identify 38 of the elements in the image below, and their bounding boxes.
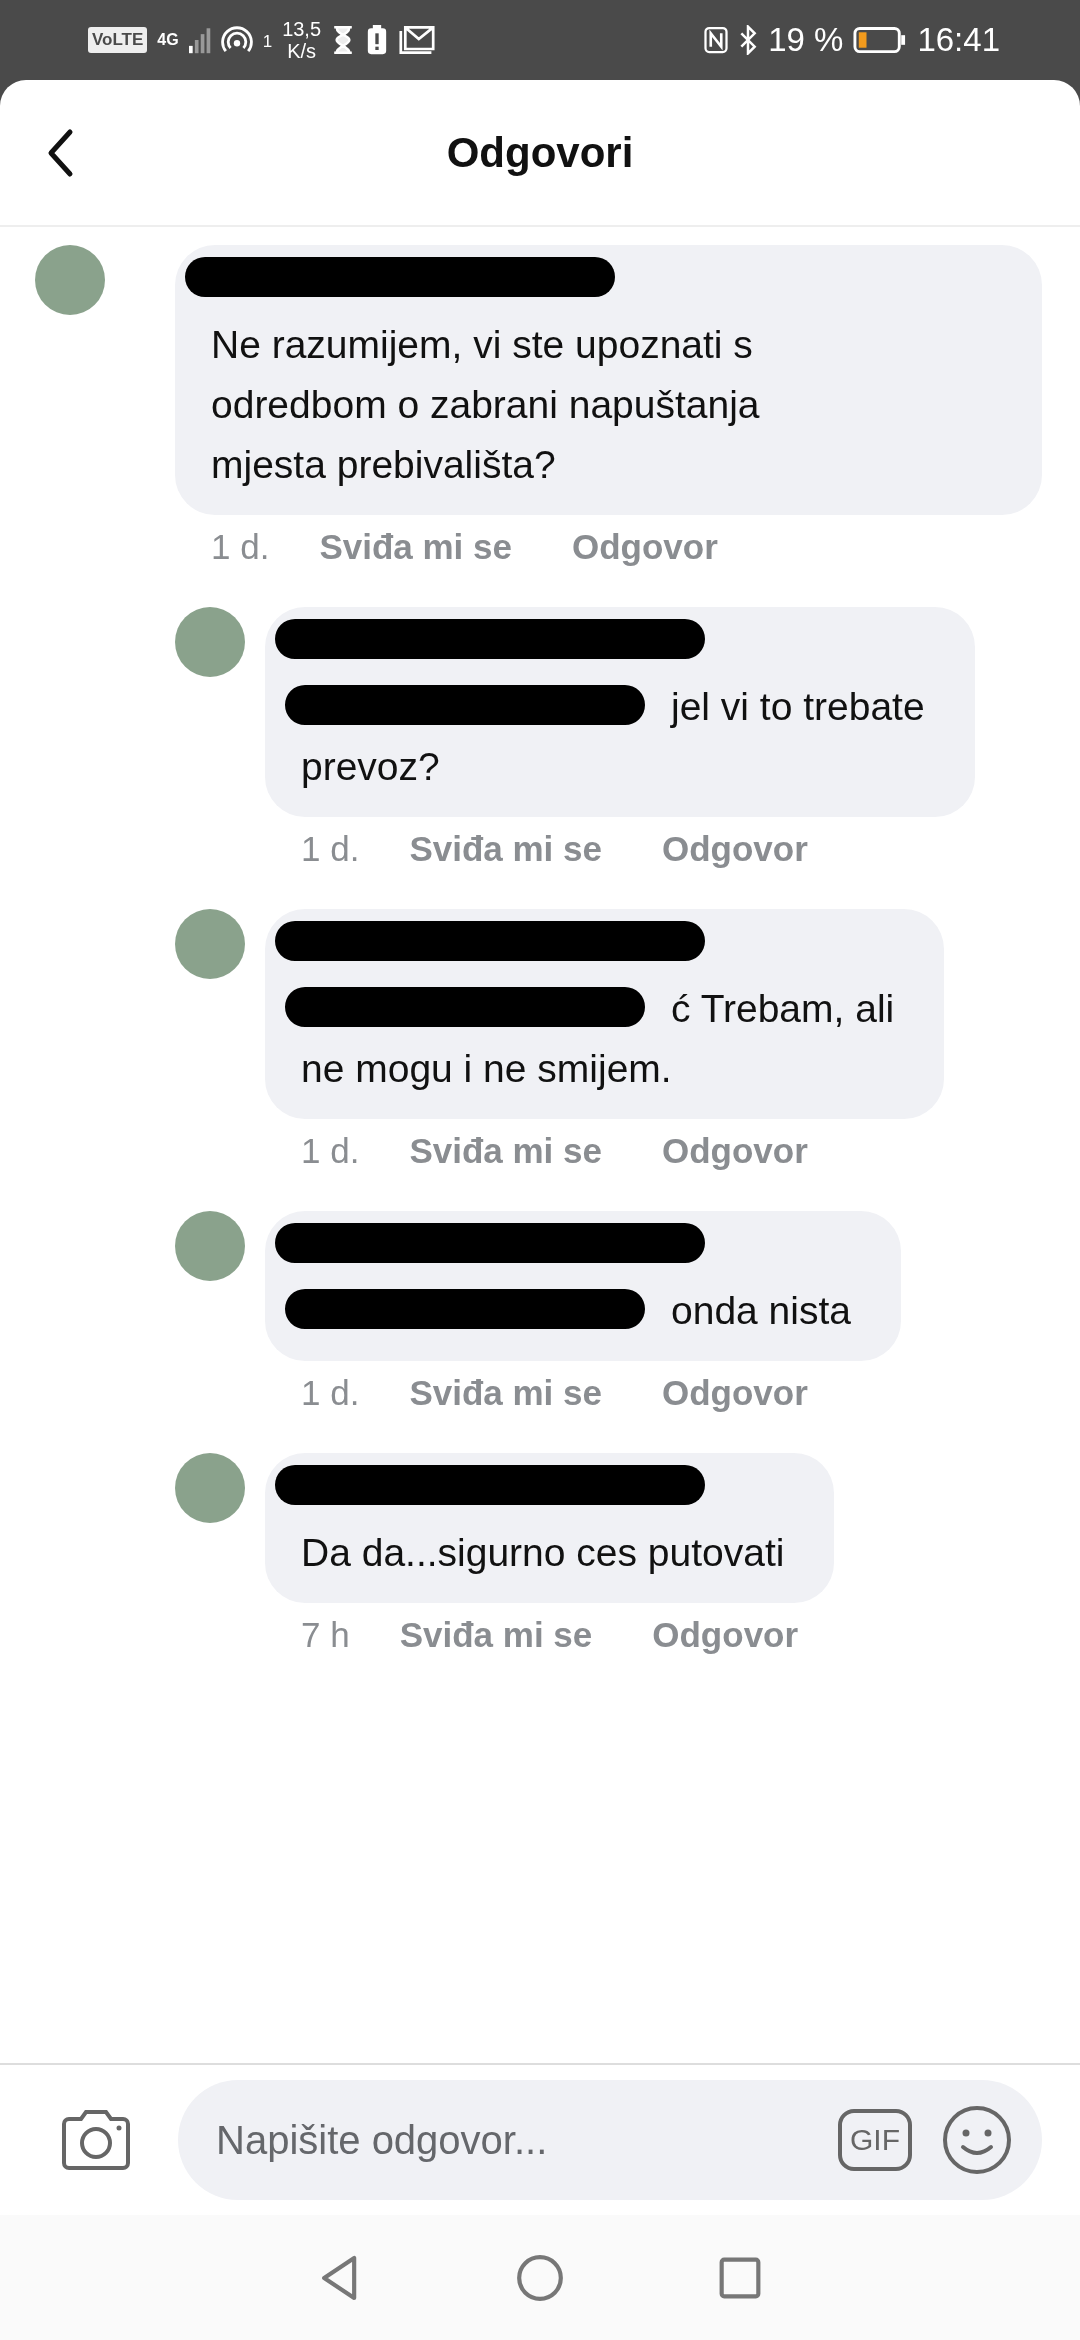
reply-link[interactable]: Odgovor (652, 1615, 799, 1655)
reply-input[interactable]: Napišite odgovor... GIF (178, 2080, 1042, 2200)
comment-time: 1 d. (301, 829, 360, 869)
speed-unit: K/s (287, 40, 317, 62)
emoji-icon[interactable] (942, 2105, 1012, 2175)
comment-text: ć Trebam, ali ne mogu i ne smijem. (301, 986, 895, 1092)
reply-link[interactable]: Odgovor (572, 527, 718, 567)
hotspot-count: 1 (262, 32, 273, 52)
comment-time: 7 h (301, 1615, 350, 1655)
battery-percent: 19 % (768, 21, 844, 59)
reply-link[interactable]: Odgovor (662, 1131, 808, 1171)
like-link[interactable]: Sviđa mi se (409, 829, 602, 869)
bluetooth-icon (738, 25, 759, 55)
signal-icon (188, 25, 211, 55)
gif-button[interactable]: GIF (838, 2109, 912, 2171)
comment-time: 1 d. (301, 1373, 360, 1413)
nfc-icon (704, 25, 729, 55)
comment-time: 1 d. (301, 1131, 360, 1171)
comment-text: jel vi to trebate prevoz? (301, 684, 925, 790)
reply-link[interactable]: Odgovor (662, 829, 808, 869)
camera-icon[interactable] (60, 2108, 132, 2172)
comment-time: 1 d. (211, 527, 270, 567)
battery-icon (853, 26, 908, 54)
comment-text: Da da...sigurno ces putovati (301, 1530, 785, 1576)
clock: 16:41 (917, 21, 1000, 59)
page-title: Odgovori (445, 128, 635, 177)
like-link[interactable]: Sviđa mi se (399, 1615, 593, 1655)
mail-icon (399, 25, 436, 55)
volte-badge: VoLTE (88, 27, 148, 53)
speed-value: 13,5 (282, 18, 322, 40)
comment-text: onda nista (670, 1288, 851, 1334)
reply-link[interactable]: Odgovor (662, 1373, 808, 1413)
network-type: 4G (157, 31, 179, 49)
like-link[interactable]: Sviđa mi se (409, 1131, 602, 1171)
comment-text: Ne razumijem, vi ste upoznati s odredbom o zabrani napuštanja mjesta prebivališta? (211, 322, 761, 488)
like-link[interactable]: Sviđa mi se (409, 1373, 602, 1413)
home-nav-icon[interactable] (515, 2252, 565, 2303)
like-link[interactable]: Sviđa mi se (319, 527, 512, 567)
